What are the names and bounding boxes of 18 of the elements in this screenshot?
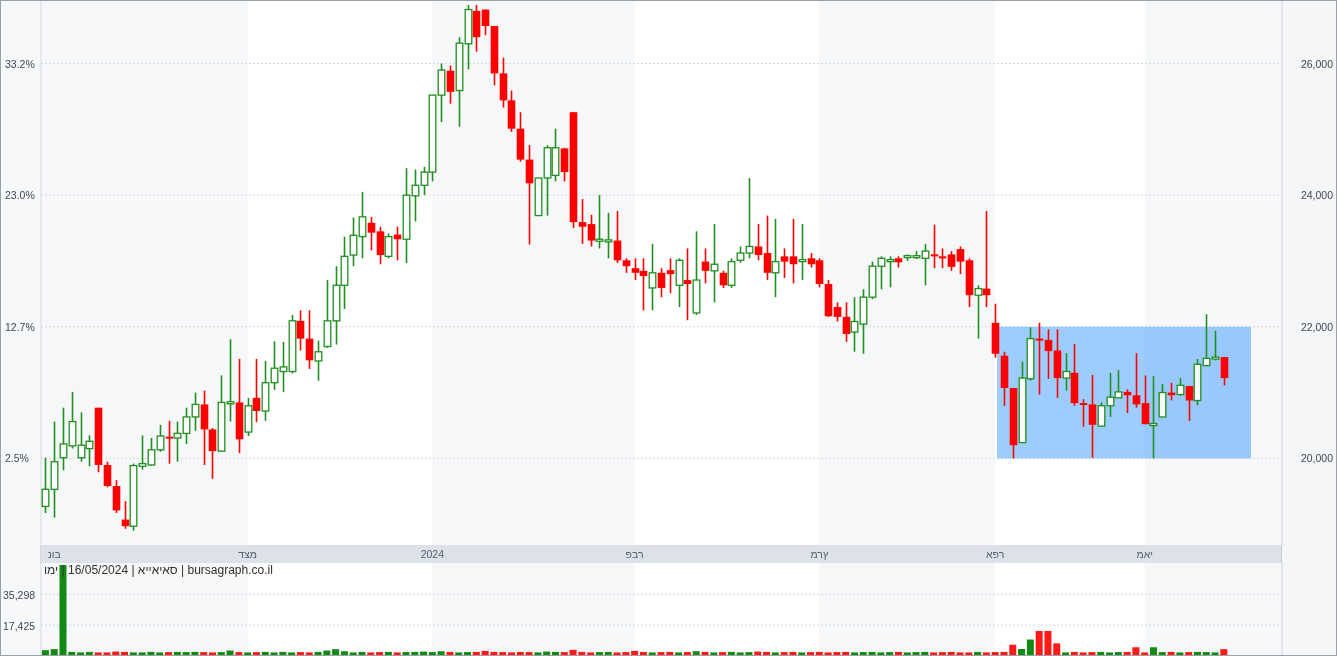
month-label: 2024	[420, 547, 444, 562]
percent-axis-label: 2.5%	[5, 451, 29, 466]
month-label: מרץ	[810, 547, 829, 562]
chart-caption: ומי | 16/05/2024 | אייאיאס | bursagraph.co.il	[44, 563, 273, 578]
month-label: אפר	[986, 547, 1005, 562]
month-label: מאי	[1136, 547, 1153, 562]
volume-axis-label: 17,425	[3, 619, 36, 634]
month-label: דצמ	[238, 547, 258, 562]
price-axis-label: 26,000	[1300, 56, 1333, 71]
price-axis-label: 20,000	[1300, 451, 1333, 466]
price-axis-label: 24,000	[1300, 188, 1333, 203]
percent-axis-label: 33.2%	[5, 56, 35, 71]
month-label: נוב	[47, 547, 61, 562]
volume-axis-label: 35,298	[3, 588, 36, 603]
percent-axis-label: 23.0%	[5, 188, 35, 203]
price-axis-label: 22,000	[1300, 319, 1333, 334]
month-label: פבר	[625, 547, 644, 562]
percent-axis-label: 12.7%	[5, 319, 35, 334]
